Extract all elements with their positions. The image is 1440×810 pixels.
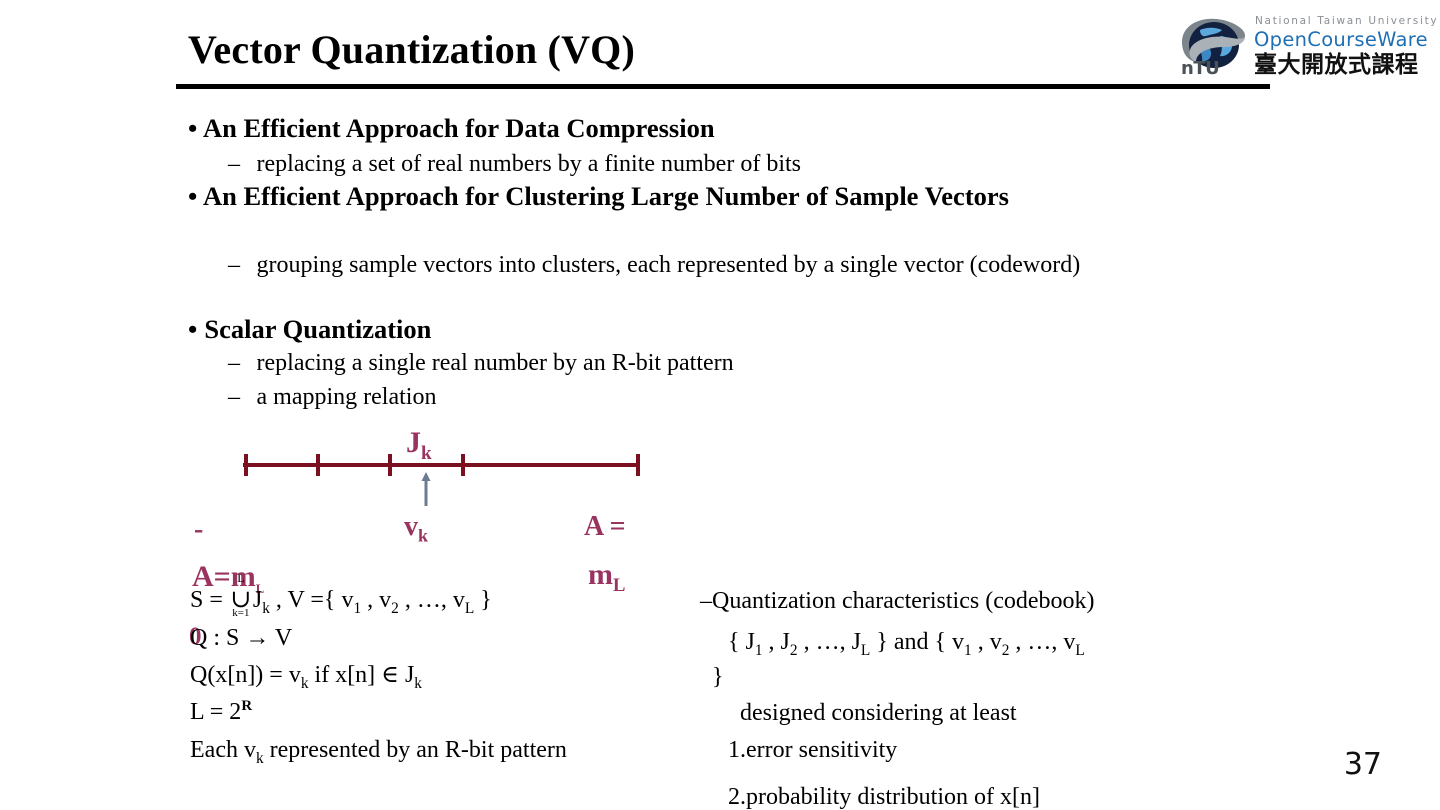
bullet-text: An Efficient Approach for Data Compressi… bbox=[202, 113, 715, 143]
codebook-j2-sub: 2 bbox=[789, 641, 798, 659]
overlay-right-bottom-sub: L bbox=[613, 575, 626, 596]
interval-label-jk: Jk bbox=[406, 426, 432, 464]
overlay-right-top: A = bbox=[584, 511, 626, 542]
bullet-level2-1: – replacing a set of real numbers by a f… bbox=[228, 148, 801, 180]
formula-j: J bbox=[252, 587, 263, 613]
codebook-j-open: { J bbox=[728, 629, 755, 655]
number-line-axis bbox=[243, 463, 639, 467]
codebook-j-sep1: , J bbox=[762, 629, 790, 655]
page-number: 37 bbox=[1343, 747, 1382, 782]
formula-if-sub: k bbox=[414, 674, 422, 692]
globe-icon: nTU bbox=[1181, 18, 1246, 78]
ntu-wordmark: nTU bbox=[1181, 58, 1219, 78]
bullet-marker: – bbox=[228, 350, 241, 376]
design-criteria-item-1: 1.error sensitivity bbox=[728, 737, 898, 763]
bullet-text: Scalar Quantization bbox=[204, 314, 432, 344]
page-title: Vector Quantization (VQ) bbox=[188, 27, 635, 72]
union-operator: L ∪ k=1 bbox=[229, 572, 253, 619]
formula-set-definition: S = L ∪ k=1 Jk , V ={ v1 , v2 , …, vL } bbox=[190, 572, 492, 619]
bullet-text: a mapping relation bbox=[256, 384, 437, 410]
formula-codeword-note: Each vk represented by an R-bit pattern bbox=[190, 737, 567, 766]
bullet-text: replacing a single real number by an R-b… bbox=[256, 350, 734, 376]
codebook-v-sep1: , v bbox=[971, 629, 1002, 655]
formula-set-close: } bbox=[474, 587, 492, 613]
bullet-marker: – bbox=[228, 151, 241, 177]
formula-L-exponent: R bbox=[241, 698, 253, 714]
formula-L-expr: L = 2 bbox=[190, 699, 242, 725]
codebook-v1-sub: 1 bbox=[964, 641, 972, 659]
logo-opencourseware: OpenCourseWare bbox=[1254, 28, 1428, 51]
overlay-dash: - bbox=[194, 514, 204, 545]
codebook-v-sep2: , …, v bbox=[1009, 629, 1076, 655]
bullet-marker: • bbox=[188, 181, 198, 211]
overlay-right-bottom-main: m bbox=[588, 558, 613, 591]
bullet-level1-3: • Scalar Quantization bbox=[188, 313, 431, 346]
formula-mapping: Q : S → V bbox=[190, 625, 293, 651]
codebook-vL-sub: L bbox=[1075, 641, 1085, 659]
codebook-sets: { J1 , J2 , …, JL } and { v1 , v2 , …, v… bbox=[728, 629, 1085, 658]
number-line-tick bbox=[461, 454, 465, 476]
bullet-marker: • bbox=[188, 113, 198, 143]
design-criteria-item-2: 2.probability distribution of x[n] bbox=[728, 784, 1040, 810]
bullet-marker: – bbox=[228, 252, 241, 278]
codebook-jL-sub: L bbox=[860, 641, 871, 659]
number-line-tick bbox=[316, 454, 320, 476]
formula-each-v: Each v bbox=[190, 737, 256, 763]
logo-chinese-name: 臺大開放式課程 bbox=[1254, 52, 1419, 78]
number-line-tick bbox=[636, 454, 640, 476]
up-arrow-icon bbox=[421, 472, 431, 506]
number-line-tick bbox=[388, 454, 392, 476]
bullet-marker: – bbox=[228, 384, 241, 410]
union-lower-limit: k=1 bbox=[232, 607, 250, 619]
formula-if-expr: if x[n] ∈ J bbox=[308, 662, 415, 688]
centroid-label-sub: k bbox=[418, 525, 428, 546]
formula-sep1: , v bbox=[361, 587, 392, 613]
formula-q-expr: Q(x[n]) = v bbox=[190, 662, 301, 688]
design-criteria-heading: designed considering at least bbox=[740, 700, 1017, 726]
formula-quantizer: Q(x[n]) = vk if x[n] ∈ Jk bbox=[190, 662, 422, 691]
bullet-level2-2: – grouping sample vectors into clusters,… bbox=[228, 249, 1248, 281]
interval-label-sub: k bbox=[421, 443, 432, 464]
formula-s-prefix: S = bbox=[190, 587, 229, 613]
bullet-level1-1: • An Efficient Approach for Data Compres… bbox=[188, 112, 715, 145]
formula-sep2: , …, v bbox=[398, 587, 465, 613]
bullet-text: grouping sample vectors into clusters, e… bbox=[256, 252, 1081, 278]
centroid-label-vk: vk bbox=[404, 511, 428, 545]
bullet-level2-3: – replacing a single real number by an R… bbox=[228, 347, 734, 379]
interval-label-j: J bbox=[406, 426, 421, 459]
codebook-j1-sub: 1 bbox=[754, 641, 763, 659]
bullet-text: An Efficient Approach for Clustering Lar… bbox=[202, 181, 1009, 211]
codebook-close-brace: } bbox=[712, 664, 724, 690]
overlay-right-bottom: mL bbox=[588, 558, 625, 595]
union-upper-limit: L bbox=[237, 571, 245, 585]
formula-each-v-rest: represented by an R-bit pattern bbox=[263, 737, 567, 763]
formula-v1-sub: 1 bbox=[353, 599, 362, 617]
formula-v2-sub: 2 bbox=[391, 599, 399, 617]
number-line-tick bbox=[244, 454, 248, 476]
formula-each-v-sub: k bbox=[255, 749, 264, 767]
codebook-and: } and { v bbox=[870, 629, 965, 655]
bullet-marker: • bbox=[188, 314, 198, 344]
bullet-level2-4: – a mapping relation bbox=[228, 381, 436, 413]
formula-v-set-open: , V ={ v bbox=[269, 587, 354, 613]
formula-vL-sub: L bbox=[464, 599, 475, 617]
bullet-text: replacing a set of real numbers by a fin… bbox=[256, 151, 802, 177]
formula-levels: L = 2R bbox=[190, 698, 253, 725]
codebook-j-sep2: , …, J bbox=[797, 629, 861, 655]
slide-canvas: Vector Quantization (VQ) nTU National Ta… bbox=[0, 0, 1440, 810]
formula-q-sub: k bbox=[300, 674, 309, 692]
bullet-level1-2: • An Efficient Approach for Clustering L… bbox=[188, 180, 1228, 213]
logo-text-block: National Taiwan University OpenCourseWar… bbox=[1254, 14, 1439, 79]
formula-j-sub: k bbox=[262, 599, 270, 617]
centroid-label-v: v bbox=[404, 511, 418, 542]
codebook-heading: –Quantization characteristics (codebook) bbox=[700, 588, 1095, 614]
title-divider bbox=[176, 84, 1270, 89]
logo-university-name: National Taiwan University bbox=[1255, 15, 1439, 27]
ntu-ocw-logo: nTU National Taiwan University OpenCours… bbox=[1176, 14, 1439, 90]
